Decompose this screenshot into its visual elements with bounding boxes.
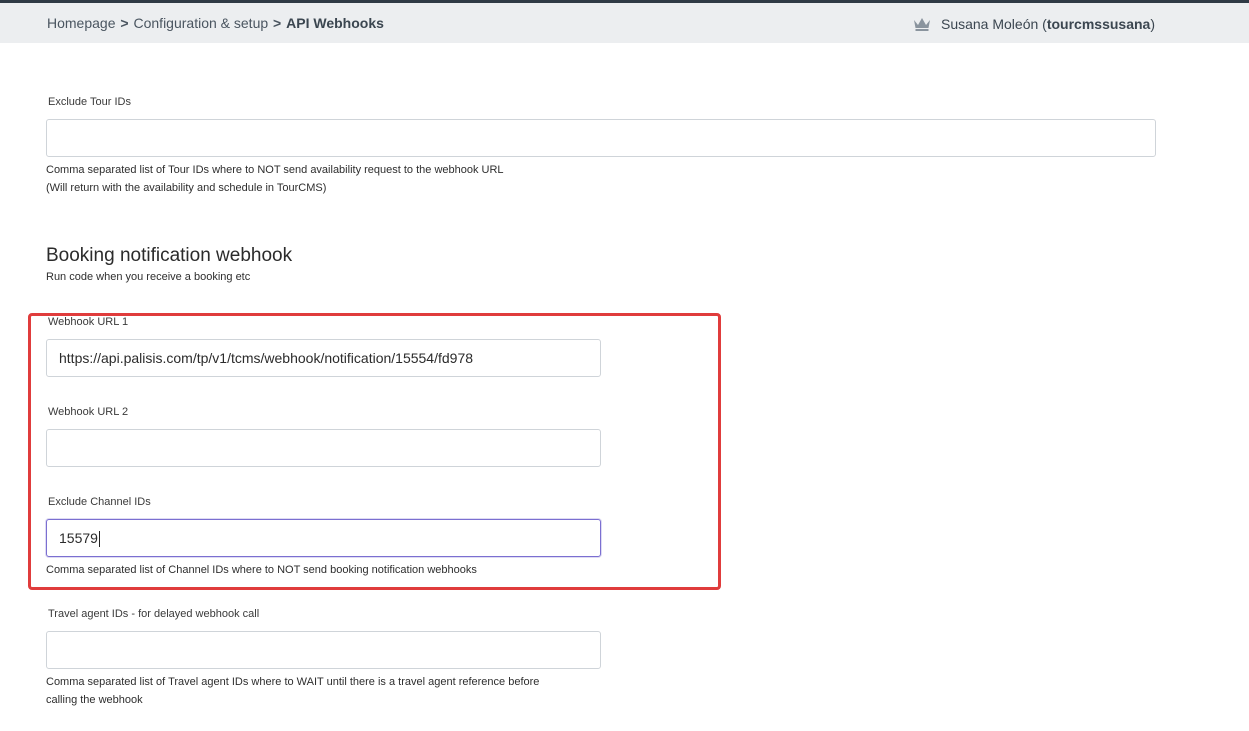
travel-agent-ids-help-line2: calling the webhook: [46, 694, 143, 706]
exclude-tour-ids-input[interactable]: [46, 119, 1156, 157]
breadcrumb-configuration-setup[interactable]: Configuration & setup: [134, 15, 269, 31]
webhook-url-1-label: Webhook URL 1: [48, 316, 129, 328]
travel-agent-ids-help-line1: Comma separated list of Travel agent IDs…: [46, 676, 540, 688]
exclude-channel-ids-label: Exclude Channel IDs: [48, 496, 151, 508]
breadcrumb: Homepage > Configuration & setup > API W…: [47, 15, 384, 31]
travel-agent-ids-input[interactable]: [46, 631, 601, 669]
user-username: tourcmssusana: [1046, 16, 1151, 32]
exclude-channel-ids-help: Comma separated list of Channel IDs wher…: [46, 564, 477, 576]
crown-icon: [913, 18, 930, 31]
exclude-tour-ids-label: Exclude Tour IDs: [48, 96, 131, 108]
exclude-channel-ids-value: 15579: [59, 530, 98, 546]
header-bar: Homepage > Configuration & setup > API W…: [0, 3, 1249, 43]
breadcrumb-separator-icon: >: [273, 15, 282, 31]
booking-notification-subtitle: Run code when you receive a booking etc: [46, 271, 251, 283]
breadcrumb-current-page: API Webhooks: [286, 15, 384, 31]
exclude-tour-ids-help-line2: (Will return with the availability and s…: [46, 182, 327, 194]
exclude-tour-ids-help-line1: Comma separated list of Tour IDs where t…: [46, 164, 504, 176]
breadcrumb-separator-icon: >: [120, 15, 129, 31]
breadcrumb-homepage[interactable]: Homepage: [47, 15, 116, 31]
user-account[interactable]: Susana Moleón (tourcmssusana): [913, 16, 1155, 32]
travel-agent-ids-label: Travel agent IDs - for delayed webhook c…: [48, 608, 260, 620]
username-close-paren: ): [1150, 16, 1155, 32]
booking-notification-title: Booking notification webhook: [46, 245, 293, 266]
webhook-url-2-input[interactable]: [46, 429, 601, 467]
text-caret: [98, 531, 100, 548]
webhook-url-2-label: Webhook URL 2: [48, 406, 129, 418]
user-name: Susana Moleón: [940, 16, 1039, 32]
exclude-channel-ids-input[interactable]: 15579: [46, 519, 601, 557]
webhook-url-1-input[interactable]: https://api.palisis.com/tp/v1/tcms/webho…: [46, 339, 601, 377]
